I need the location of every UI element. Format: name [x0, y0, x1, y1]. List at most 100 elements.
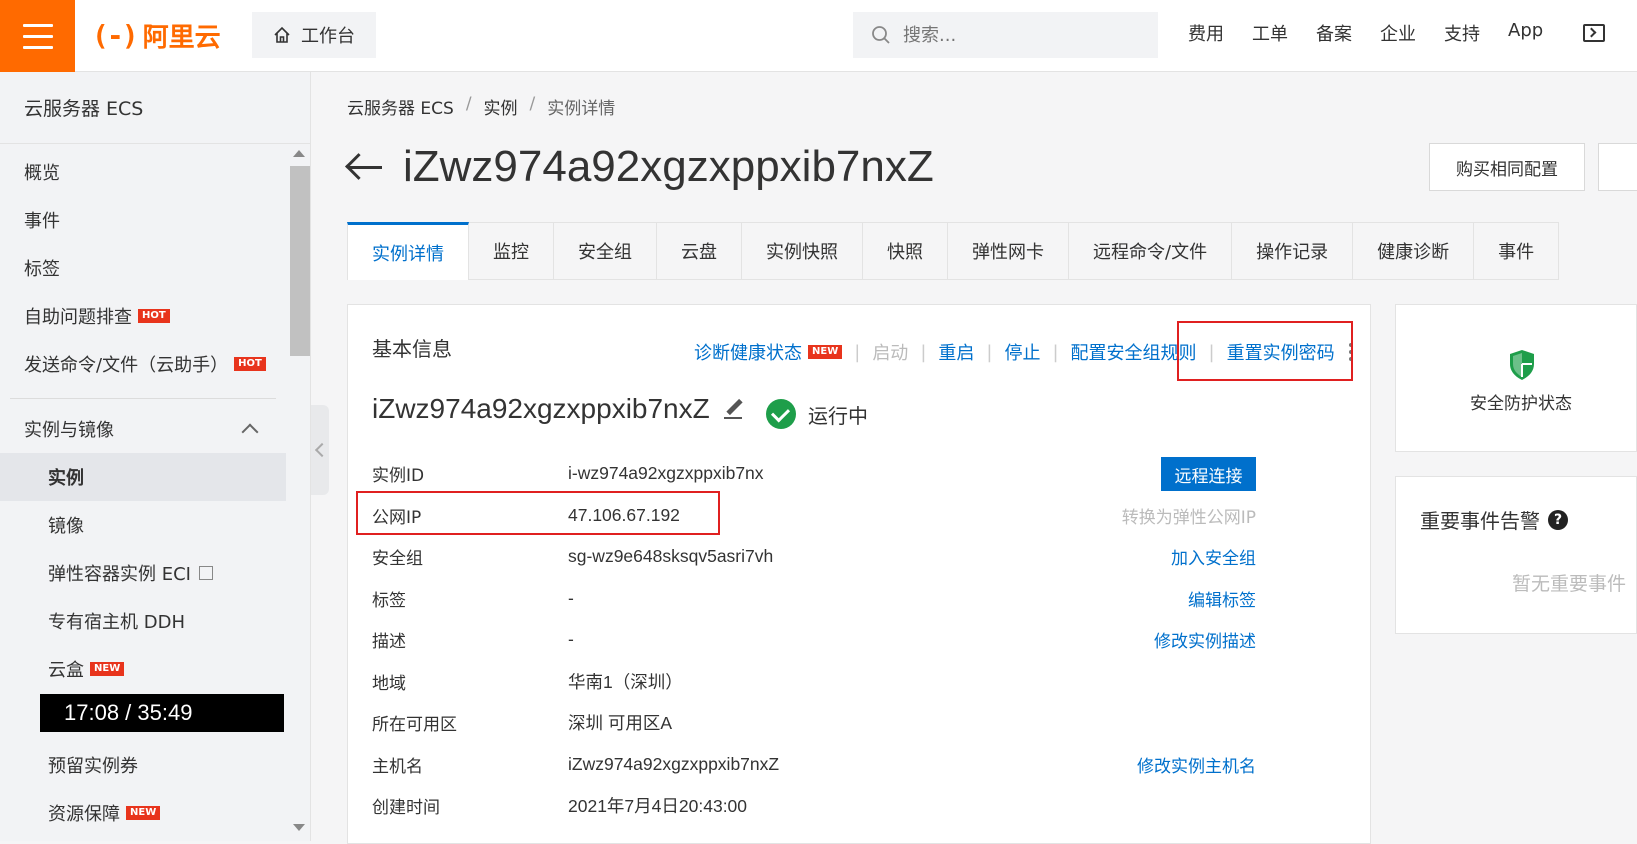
external-link-icon — [198, 566, 213, 580]
scroll-down-arrow-icon[interactable] — [293, 824, 305, 831]
top-link-enterprise[interactable]: 企业 — [1380, 20, 1416, 46]
back-arrow-icon[interactable] — [345, 150, 383, 184]
sidebar-item-cloud-assistant[interactable]: 发送命令/文件（云助手） HOT — [0, 340, 286, 388]
logo-text: 阿里云 — [142, 23, 221, 53]
instance-name: iZwz974a92xgzxppxib7nxZ — [372, 393, 746, 425]
top-links: 费用 工单 备案 企业 支持 App — [1188, 20, 1543, 46]
action-separator: | — [1052, 341, 1059, 363]
tab-instance-details[interactable]: 实例详情 — [347, 222, 469, 280]
remote-connect-button[interactable]: 远程连接 — [1161, 457, 1256, 491]
tab-operation-logs[interactable]: 操作记录 — [1232, 222, 1354, 280]
more-actions-button[interactable] — [1598, 143, 1637, 191]
tab-instance-snapshots[interactable]: 实例快照 — [742, 222, 863, 280]
edit-hostname-link[interactable]: 修改实例主机名 — [1137, 752, 1256, 777]
home-icon — [274, 26, 290, 43]
sidebar-item-ddh[interactable]: 专有宿主机 DDH — [0, 597, 286, 645]
tab-health-diagnosis[interactable]: 健康诊断 — [1353, 222, 1475, 280]
info-row-security-group: 安全组 sg-wz9e648sksqv5asri7vh 加入安全组 — [372, 536, 1256, 578]
sidebar-item-label: 专有宿主机 DDH — [48, 612, 185, 633]
info-row-zone: 所在可用区 深圳 可用区A — [372, 702, 1256, 744]
security-status-card[interactable]: 安全防护状态 — [1395, 304, 1637, 452]
start-link[interactable]: 启动 — [872, 339, 908, 365]
tab-eni[interactable]: 弹性网卡 — [948, 222, 1069, 280]
diagnose-health-link[interactable]: 诊断健康状态 — [694, 339, 802, 365]
breadcrumb-current: 实例详情 — [547, 99, 616, 119]
basic-info-title: 基本信息 — [372, 337, 452, 361]
buy-same-config-button[interactable]: 购买相同配置 — [1429, 143, 1585, 191]
sidebar-item-events[interactable]: 事件 — [0, 196, 286, 244]
sidebar-item-label: 弹性容器实例 ECI — [48, 564, 191, 585]
row-value: sg-wz9e648sksqv5asri7vh — [568, 546, 774, 567]
sidebar-item-label: 发送命令/文件（云助手） — [24, 355, 229, 376]
top-link-billing[interactable]: 费用 — [1188, 20, 1224, 46]
sidebar-item-instances[interactable]: 实例 — [0, 453, 286, 501]
tab-events[interactable]: 事件 — [1474, 222, 1560, 280]
action-separator: | — [854, 341, 861, 363]
row-key: 描述 — [372, 632, 406, 653]
sidebar-item-eci[interactable]: 弹性容器实例 ECI — [0, 549, 286, 597]
chevron-up-icon — [241, 423, 259, 441]
top-navbar: (-) 阿里云 工作台 费用 工单 备案 企业 支持 App — [0, 0, 1637, 72]
tab-remote-commands[interactable]: 远程命令/文件 — [1069, 222, 1233, 280]
sidebar-item-resource-guarantee[interactable]: 资源保障 NEW — [0, 789, 286, 837]
tab-security-groups[interactable]: 安全组 — [554, 222, 657, 280]
sidebar-scrollbar[interactable] — [288, 144, 310, 841]
action-separator: | — [920, 341, 927, 363]
top-link-app[interactable]: App — [1508, 20, 1543, 46]
sidebar-item-self-troubleshoot[interactable]: 自助问题排查 HOT — [0, 292, 286, 340]
restart-link[interactable]: 重启 — [938, 339, 974, 365]
join-security-group-link[interactable]: 加入安全组 — [1171, 544, 1256, 569]
row-key: 安全组 — [372, 549, 423, 570]
help-question-icon[interactable]: ? — [1548, 509, 1568, 530]
top-link-support[interactable]: 支持 — [1444, 20, 1480, 46]
search-box[interactable] — [853, 12, 1158, 58]
search-input[interactable] — [903, 24, 1123, 46]
sidebar-item-tags[interactable]: 标签 — [0, 244, 286, 292]
breadcrumb-separator: / — [465, 94, 472, 114]
highlight-box-reset-password — [1177, 321, 1353, 381]
scrollbar-thumb[interactable] — [290, 166, 310, 356]
sidebar-item-images[interactable]: 镜像 — [0, 501, 286, 549]
logo-mark: (-) — [92, 19, 139, 52]
sidebar: 云服务器 ECS 概览 事件 标签 自助问题排查 HOT 发送命令/文件（云助手）… — [0, 72, 311, 841]
sidebar-item-label: 概览 — [24, 163, 60, 184]
row-value: 2021年7月4日20:43:00 — [568, 796, 748, 817]
scroll-up-arrow-icon[interactable] — [293, 150, 305, 157]
cloud-shell-icon[interactable] — [1583, 24, 1605, 42]
info-table: 实例ID i-wz974a92xgzxppxib7nx 远程连接 公网IP 47… — [372, 453, 1256, 827]
sidebar-divider — [10, 398, 276, 399]
row-value: i-wz974a92xgzxppxib7nx — [568, 463, 764, 484]
top-link-icp[interactable]: 备案 — [1316, 20, 1352, 46]
workbench-label: 工作台 — [301, 26, 355, 47]
sidebar-group-instances-images[interactable]: 实例与镜像 — [0, 405, 286, 453]
tab-snapshots[interactable]: 快照 — [863, 222, 948, 280]
sidebar-item-label: 事件 — [24, 211, 60, 232]
shield-icon — [1510, 350, 1534, 380]
edit-description-link[interactable]: 修改实例描述 — [1154, 627, 1256, 652]
sidebar-item-label: 云盒 — [48, 660, 84, 681]
instance-status: 运行中 — [766, 399, 868, 429]
sidebar-item-reserved-instances[interactable]: 预留实例券 — [0, 741, 286, 789]
tab-disks[interactable]: 云盘 — [657, 222, 742, 280]
status-text: 运行中 — [808, 403, 868, 428]
row-value: 47.106.67.192 — [568, 504, 680, 525]
hamburger-menu-button[interactable] — [0, 0, 75, 72]
important-alerts-card: 重要事件告警? 暂无重要事件 — [1395, 476, 1637, 634]
detail-tabs: 实例详情 监控 安全组 云盘 实例快照 快照 弹性网卡 远程命令/文件 操作记录… — [347, 222, 1560, 280]
tab-monitoring[interactable]: 监控 — [469, 222, 554, 280]
info-row-created-at: 创建时间 2021年7月4日20:43:00 — [372, 785, 1256, 827]
hot-badge: HOT — [138, 309, 170, 323]
breadcrumb-ecs[interactable]: 云服务器 ECS — [347, 94, 454, 119]
workbench-button[interactable]: 工作台 — [252, 12, 376, 58]
row-key: 公网IP — [372, 507, 422, 528]
aliyun-logo[interactable]: (-) 阿里云 — [92, 17, 221, 54]
info-row-instance-id: 实例ID i-wz974a92xgzxppxib7nx 远程连接 — [372, 453, 1256, 495]
sidebar-item-overview[interactable]: 概览 — [0, 148, 286, 196]
top-link-tickets[interactable]: 工单 — [1252, 20, 1288, 46]
edit-tags-link[interactable]: 编辑标签 — [1188, 586, 1256, 611]
sidebar-item-cloud-box[interactable]: 云盒 NEW — [0, 645, 286, 693]
stop-link[interactable]: 停止 — [1004, 339, 1040, 365]
convert-eip-link[interactable]: 转换为弹性公网IP — [1122, 503, 1256, 528]
breadcrumb-instances[interactable]: 实例 — [484, 94, 518, 119]
edit-pencil-icon[interactable] — [723, 398, 746, 420]
